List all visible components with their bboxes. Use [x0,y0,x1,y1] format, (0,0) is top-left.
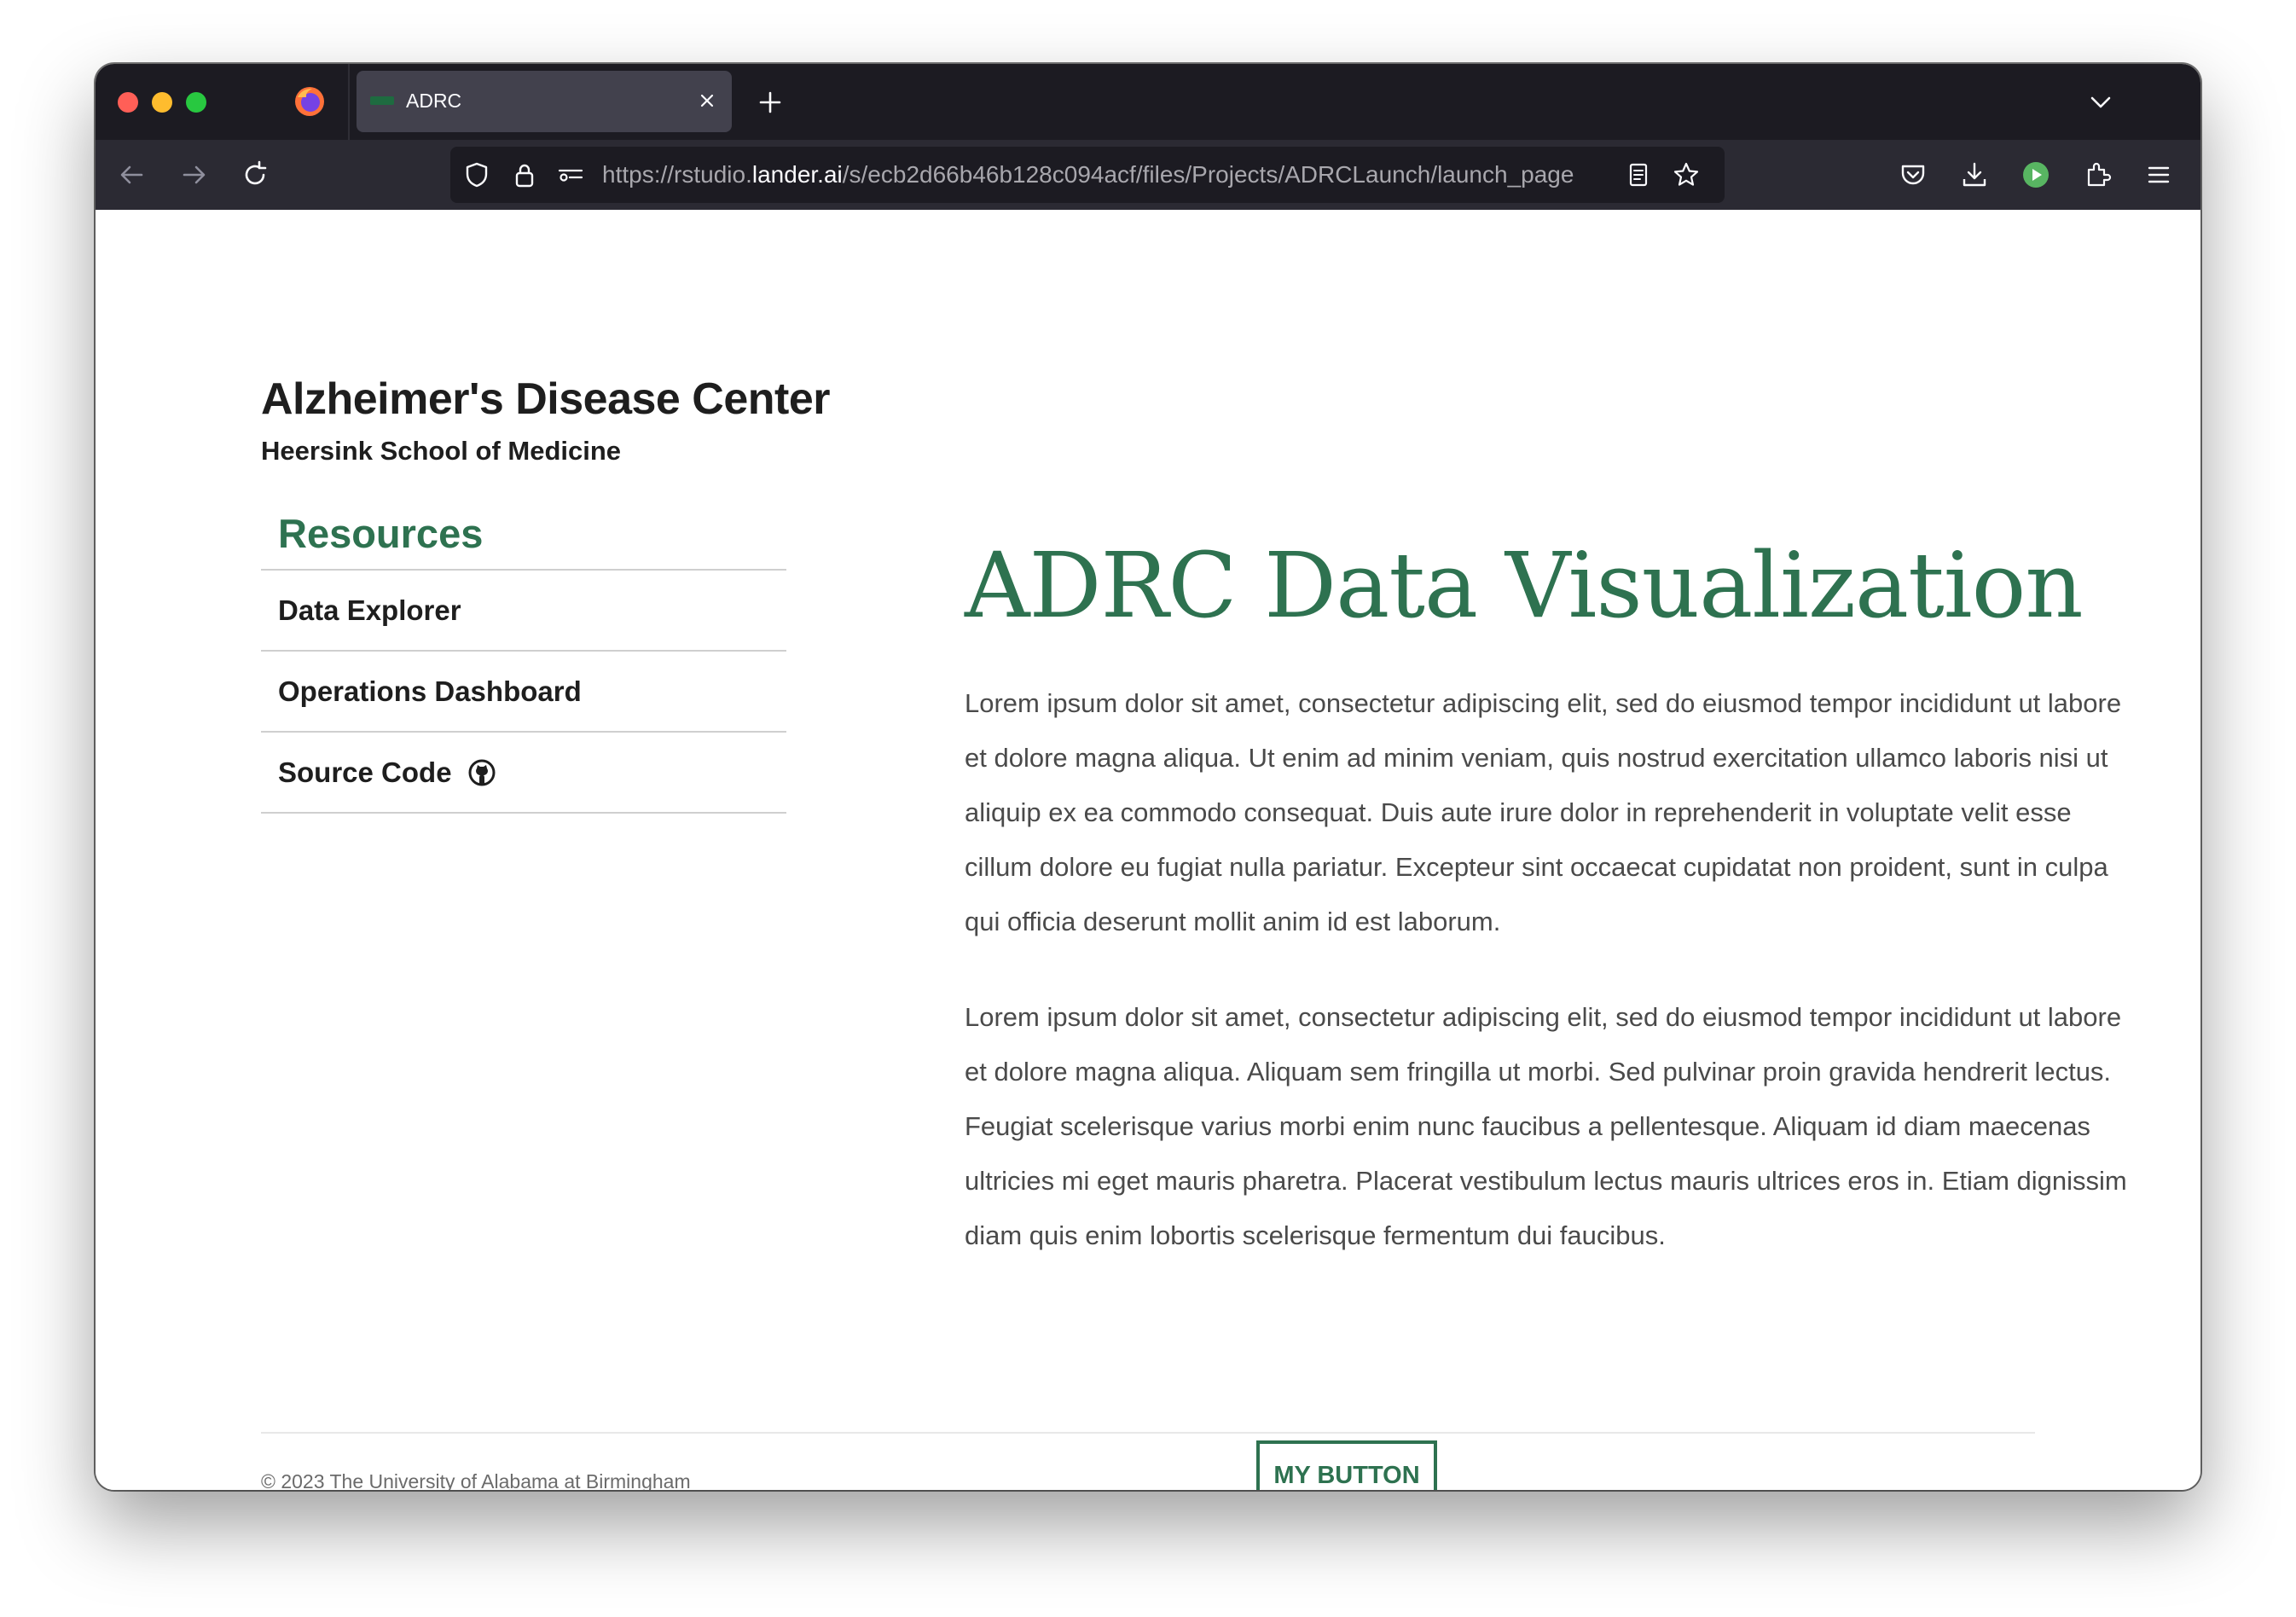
tab-strip: ADRC [96,64,2200,140]
footer-divider [261,1432,2035,1434]
url-host: lander.ai [751,161,843,188]
site-title: Alzheimer's Disease Center [261,374,831,424]
zoom-window-button[interactable] [186,92,206,113]
extension-play-icon[interactable] [2020,159,2052,191]
chevron-down-icon[interactable] [2086,88,2115,117]
sidebar-item-label: Source Code [278,756,452,788]
tab-title: ADRC [406,90,462,112]
minimize-window-button[interactable] [152,92,172,113]
url-path: /s/ecb2d66b46b128c094acf/files/Projects/… [842,161,1574,188]
close-window-button[interactable] [118,92,138,113]
hamburger-menu-icon[interactable] [2142,159,2175,191]
url-text[interactable]: https://rstudio.lander.ai/s/ecb2d66b46b1… [602,160,1600,189]
my-button[interactable]: MY BUTTON [1256,1440,1437,1490]
pocket-icon[interactable] [1897,159,1929,191]
resources-sidebar: Resources Data Explorer Operations Dashb… [261,495,786,814]
reload-icon[interactable] [239,159,271,191]
sidebar-item-source-code[interactable]: Source Code [261,733,786,814]
tracking-protection-shield-icon[interactable] [462,160,491,189]
github-icon [468,759,496,785]
uab-favicon-icon [370,96,394,105]
download-icon[interactable] [1958,159,1991,191]
reader-view-icon[interactable] [1624,160,1653,189]
tab-adrc[interactable]: ADRC [357,71,732,132]
page-title: ADRC Data Visualization [965,533,2084,638]
page-content: Alzheimer's Disease Center Heersink Scho… [96,210,2200,1490]
puzzle-extensions-icon[interactable] [2081,159,2113,191]
navigation-toolbar: https://rstudio.lander.ai/s/ecb2d66b46b1… [96,140,2200,210]
firefox-icon[interactable] [293,85,326,118]
forward-arrow-icon[interactable] [177,159,210,191]
back-arrow-icon[interactable] [116,159,148,191]
intro-paragraph-1: Lorem ipsum dolor sit amet, consectetur … [965,688,2122,936]
url-prefix: https://rstudio. [602,161,752,188]
site-subtitle: Heersink School of Medicine [261,436,622,466]
browser-window: ADRC https://rstudio.lander.ai/s/ecb2d66… [96,64,2200,1490]
intro-paragraph-2: Lorem ipsum dolor sit amet, consectetur … [965,1002,2127,1250]
lock-icon[interactable] [510,160,539,189]
sidebar-item-data-explorer[interactable]: Data Explorer [261,571,786,652]
bookmark-star-icon[interactable] [1672,160,1701,189]
close-tab-icon[interactable] [694,88,720,113]
new-tab-icon[interactable] [756,88,785,117]
sidebar-heading: Resources [261,495,786,571]
tab-separator [348,64,350,140]
footer-copyright: © 2023 The University of Alabama at Birm… [261,1470,691,1490]
sidebar-item-label: Operations Dashboard [278,675,582,707]
sidebar-item-label: Data Explorer [278,594,461,626]
permissions-icon[interactable] [556,160,585,189]
sidebar-item-operations-dashboard[interactable]: Operations Dashboard [261,652,786,733]
url-bar[interactable]: https://rstudio.lander.ai/s/ecb2d66b46b1… [450,147,1725,203]
